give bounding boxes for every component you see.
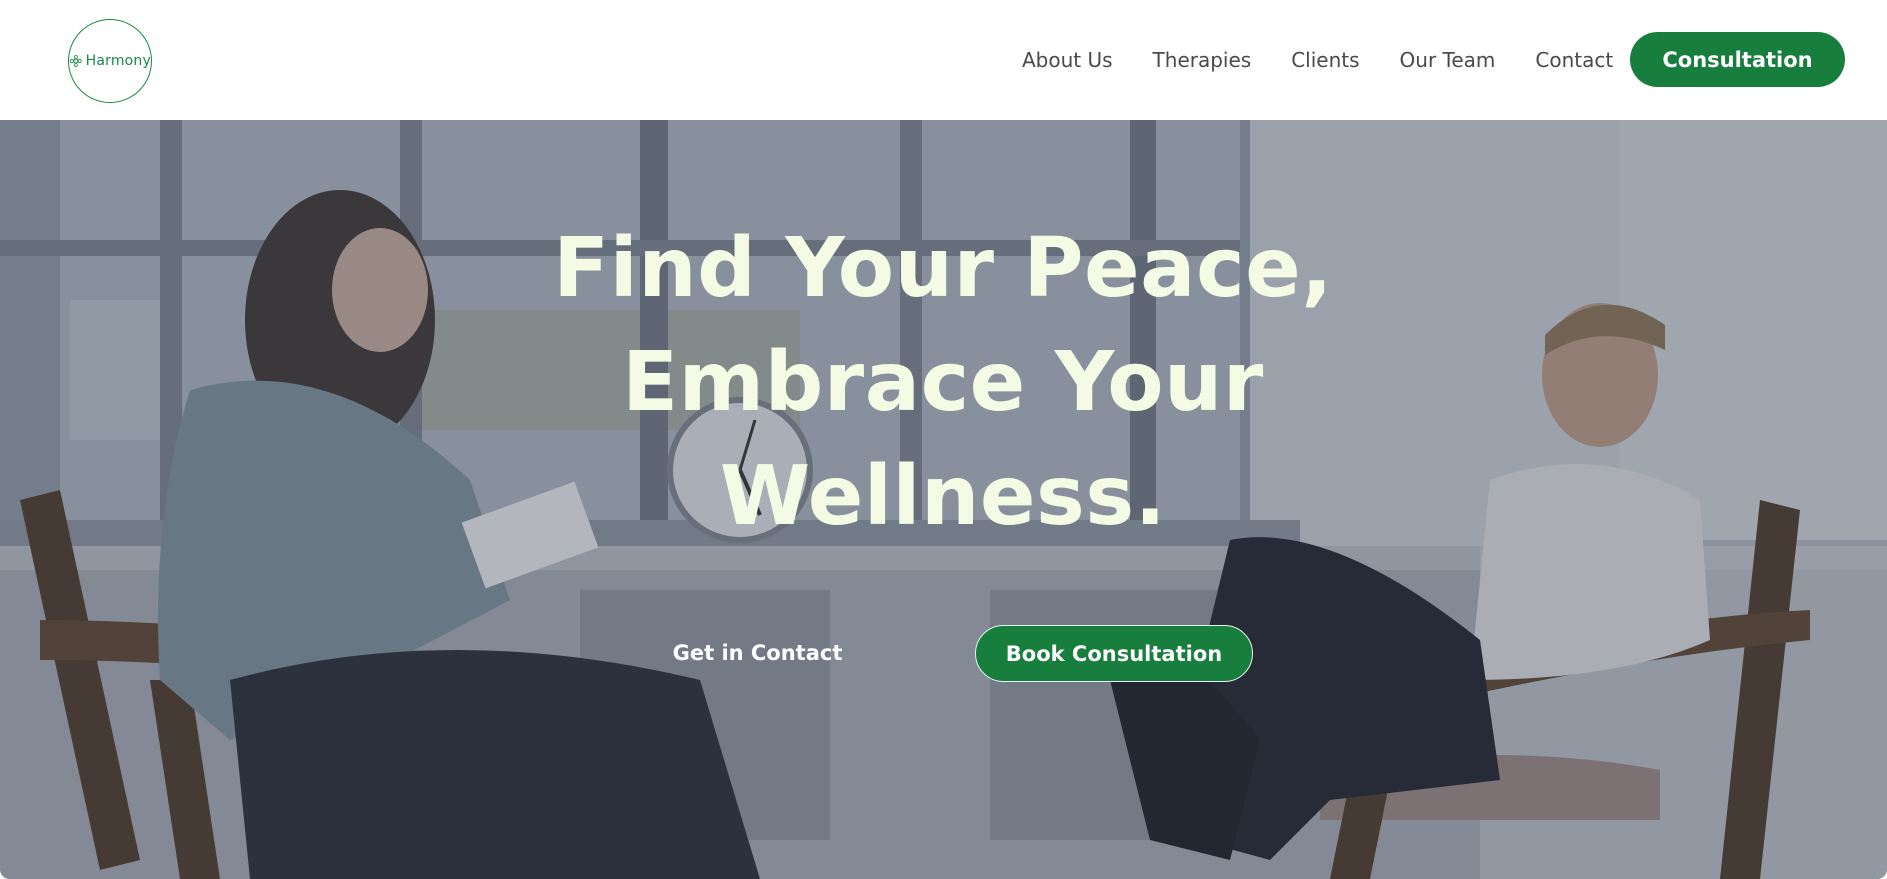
nav-link-our-team[interactable]: Our Team — [1400, 44, 1496, 76]
get-in-contact-button[interactable]: Get in Contact — [660, 625, 855, 681]
logo-text: Harmony — [85, 53, 151, 69]
headline-line-2: Embrace Your — [622, 335, 1264, 430]
headline-line-3: Wellness. — [719, 449, 1167, 544]
logo[interactable]: Harmony — [68, 19, 152, 103]
book-consultation-button[interactable]: Book Consultation — [975, 625, 1253, 682]
headline-line-1: Find Your Peace, — [553, 221, 1333, 316]
nav-link-clients[interactable]: Clients — [1291, 44, 1359, 76]
hero-section: Find Your Peace, Embrace Your Wellness. … — [0, 120, 1887, 879]
consultation-button[interactable]: Consultation — [1630, 32, 1845, 87]
flower-logo-icon — [69, 55, 82, 67]
hero-headline: Find Your Peace, Embrace Your Wellness. — [443, 212, 1443, 554]
site-header: Harmony About Us Therapies Clients Our T… — [0, 0, 1887, 120]
nav-link-contact[interactable]: Contact — [1535, 44, 1613, 76]
nav-link-about-us[interactable]: About Us — [1022, 44, 1113, 76]
main-nav: About Us Therapies Clients Our Team Cont… — [1022, 44, 1613, 76]
nav-link-therapies[interactable]: Therapies — [1153, 44, 1252, 76]
